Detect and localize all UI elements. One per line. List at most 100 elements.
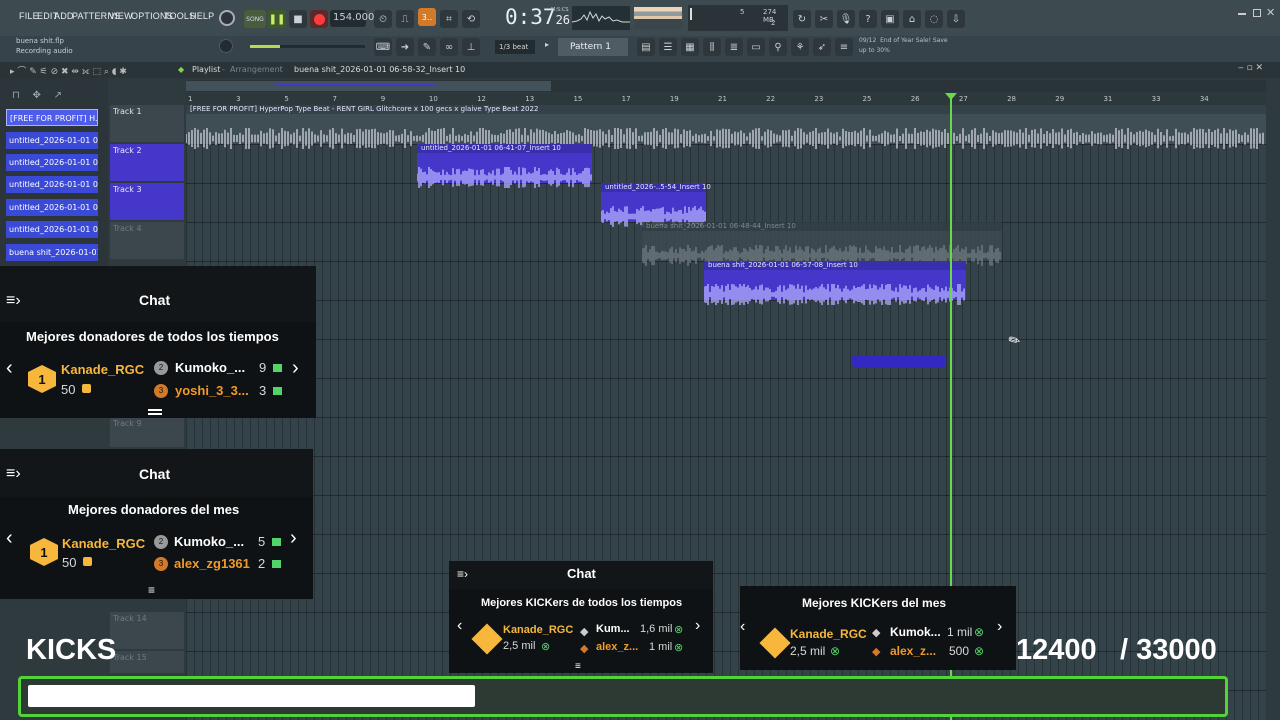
track-header-3[interactable]: Track 3 — [110, 183, 184, 220]
overview-scroll-thumb[interactable] — [186, 81, 551, 91]
chevron-left-icon[interactable]: ‹ — [6, 357, 13, 380]
refresh-icon[interactable]: ↻ — [793, 10, 811, 28]
playlist-tools-icons[interactable]: ▸ ⌒ ✎ ⚟ ⊘ ✖ ⇹ ⟗ ⬚ ⌕ ◖ ✱ — [10, 64, 127, 77]
track-header-9[interactable]: Track 9 — [110, 417, 184, 447]
link-icon[interactable]: ∞ — [440, 38, 458, 56]
playlist-icon[interactable]: ☰ — [659, 38, 677, 56]
mixer-icon[interactable]: ⫼ — [703, 38, 721, 56]
widget-heading: Mejores KICKers de todos los tiempos — [481, 597, 683, 609]
audio-clip[interactable]: untitled_2026-..5-54_Insert 10 — [601, 183, 711, 227]
menu-add[interactable]: ADD — [54, 11, 74, 21]
close-icon[interactable]: ✕ — [1266, 6, 1275, 19]
pattern-selector[interactable]: Pattern 1 — [558, 38, 628, 56]
stop-icon[interactable]: ■ — [289, 10, 307, 28]
ruler-bar-number: 31 — [1103, 95, 1113, 103]
track-label: Track 14 — [113, 614, 147, 623]
stamp-icon[interactable]: ⊥ — [462, 38, 480, 56]
tempo-display[interactable]: 154.000 — [330, 10, 374, 27]
picker-item[interactable]: untitled_2026-01-01 06-... — [6, 132, 98, 149]
playlist-grid[interactable]: [FREE FOR PROFIT] HyperPop Type Beat - R… — [186, 105, 1266, 720]
audio-clip[interactable]: untitled_2026-01-01 06-41-07_Insert 10 — [417, 144, 592, 188]
tempo-tapper-icon[interactable]: ⚘ — [791, 38, 809, 56]
plug-icon[interactable]: ⚲ — [769, 38, 787, 56]
help-icon[interactable]: ? — [859, 10, 877, 28]
countdown-icon[interactable]: 3‥ — [418, 8, 436, 26]
drag-handle-icon[interactable]: ≡ — [148, 583, 155, 597]
menu-icon[interactable]: ≡› — [457, 567, 468, 581]
track-header-14[interactable]: Track 14 — [110, 612, 184, 649]
drag-handle-icon[interactable] — [148, 409, 162, 415]
microphone-icon[interactable]: 🎙 — [837, 10, 855, 28]
browser-icon[interactable]: ≣ — [725, 38, 743, 56]
picker-item[interactable]: untitled_2026-01-01 06-... — [6, 176, 98, 193]
track-header-1[interactable]: Track 1 — [110, 105, 184, 142]
recording-clip[interactable] — [852, 355, 946, 367]
chevron-left-icon[interactable]: ‹ — [457, 617, 462, 635]
pencil-icon[interactable]: ✎ — [418, 38, 436, 56]
second-donor-name: Kumoko_... — [175, 360, 246, 375]
plugin-database-icon[interactable]: ▭ — [747, 38, 765, 56]
track-header-2[interactable]: Track 2 — [110, 144, 184, 181]
audio-clip[interactable]: buena shit_2026-01-01 06-57-08_Insert 10 — [704, 261, 966, 305]
playlist-overview[interactable] — [186, 80, 1266, 92]
second-kicker-value: 1,6 mil — [640, 623, 673, 635]
typing-keyboard-icon[interactable]: ⌨ — [374, 38, 392, 56]
playlist-window-controls[interactable]: ‒ ▫ ✕ — [1238, 63, 1263, 73]
audio-clip[interactable]: [FREE FOR PROFIT] HyperPop Type Beat - R… — [186, 105, 1266, 149]
picker-item[interactable]: [FREE FOR PROFIT] H... — [6, 109, 98, 126]
chevron-left-icon[interactable]: ‹ — [740, 618, 745, 636]
rank-1-badge-icon: 1 — [28, 365, 56, 393]
bird-icon[interactable]: ➶ — [813, 38, 831, 56]
news-panel[interactable]: 09/12 End of Year Sale! Save — [859, 37, 948, 44]
chevron-right-icon[interactable]: › — [292, 357, 299, 380]
pattern-prev-arrow[interactable]: ▸ — [545, 40, 553, 54]
clip-picker-panel: ⊓ ✥ ↗ [FREE FOR PROFIT] H... untitled_20… — [0, 78, 108, 268]
save-icon[interactable]: ▣ — [881, 10, 899, 28]
cart-icon[interactable]: ≡ — [835, 38, 853, 56]
arrow-right-icon[interactable]: ➜ — [396, 38, 414, 56]
picker-item[interactable]: buena shit_2026-01-01... — [6, 244, 98, 261]
kicks-goal-fill — [28, 685, 475, 707]
menu-file[interactable]: FILE — [19, 11, 39, 21]
channel-rack-icon[interactable]: ▦ — [681, 38, 699, 56]
piano-roll-icon[interactable]: ▤ — [637, 38, 655, 56]
audio-clip-muted[interactable]: buena shit_2026-01-01 06-48-44_Insert 10 — [642, 222, 1002, 266]
loop-record-icon[interactable]: ⟲ — [462, 10, 480, 28]
pitch-knob[interactable] — [219, 39, 233, 53]
step-edit-icon[interactable]: ⌗ — [440, 10, 458, 28]
chevron-right-icon[interactable]: › — [290, 527, 297, 550]
menu-icon[interactable]: ≡› — [6, 292, 21, 310]
picker-item[interactable]: untitled_2026-01-01 06-... — [6, 154, 98, 171]
track-header-4[interactable]: Track 4 — [110, 222, 184, 259]
kick-coin-icon: ⊗ — [974, 644, 985, 658]
wait-input-icon[interactable]: ⎍ — [396, 10, 414, 28]
chevron-right-icon[interactable]: › — [997, 618, 1002, 636]
metronome-icon[interactable]: ⏲ — [374, 10, 392, 28]
menu-view[interactable]: VIEW — [109, 11, 133, 21]
chevron-right-icon[interactable]: › — [695, 617, 700, 635]
first-kicker-name: Kanade_RGC — [790, 627, 867, 641]
maximize-icon[interactable] — [1253, 9, 1261, 17]
drag-handle-icon[interactable]: ≡ — [575, 661, 581, 672]
ruler-bar-number: 33 — [1151, 95, 1161, 103]
track-header-15[interactable]: Track 15 — [110, 651, 184, 673]
picker-item[interactable]: untitled_2026-01-01 06-... — [6, 199, 98, 216]
menu-help[interactable]: HELP — [190, 11, 214, 21]
menu-icon[interactable]: ≡› — [6, 465, 21, 483]
cut-icon[interactable]: ✂ — [815, 10, 833, 28]
record-button[interactable] — [310, 10, 328, 28]
master-pitch-slider[interactable] — [250, 45, 365, 48]
song-mode-button[interactable]: SONG — [244, 10, 266, 28]
chevron-left-icon[interactable]: ‹ — [6, 527, 13, 550]
download-icon[interactable]: ⇩ — [947, 10, 965, 28]
chat-bubble-icon[interactable]: ◌ — [925, 10, 943, 28]
picker-item[interactable]: untitled_2026-01-01 06-... — [6, 221, 98, 238]
snap-selector[interactable]: 1/3 beat — [495, 40, 535, 54]
picker-icons[interactable]: ⊓ ✥ ↗ — [12, 90, 62, 101]
master-volume-knob[interactable] — [219, 10, 235, 26]
timeline-ruler[interactable]: 1 3 5 7 9 10 12 13 15 17 19 21 22 23 25 26 27 28 29 31 33 34 — [186, 93, 1266, 105]
minimize-icon[interactable] — [1238, 13, 1246, 15]
playlist-titlebar[interactable]: ▸ ⌒ ✎ ⚟ ⊘ ✖ ⇹ ⟗ ⬚ ⌕ ◖ ✱ ◆ Playlist - Arr… — [0, 62, 1280, 78]
plugin-icon[interactable]: ⌂ — [903, 10, 921, 28]
pause-icon[interactable]: ❚❚ — [268, 10, 286, 28]
